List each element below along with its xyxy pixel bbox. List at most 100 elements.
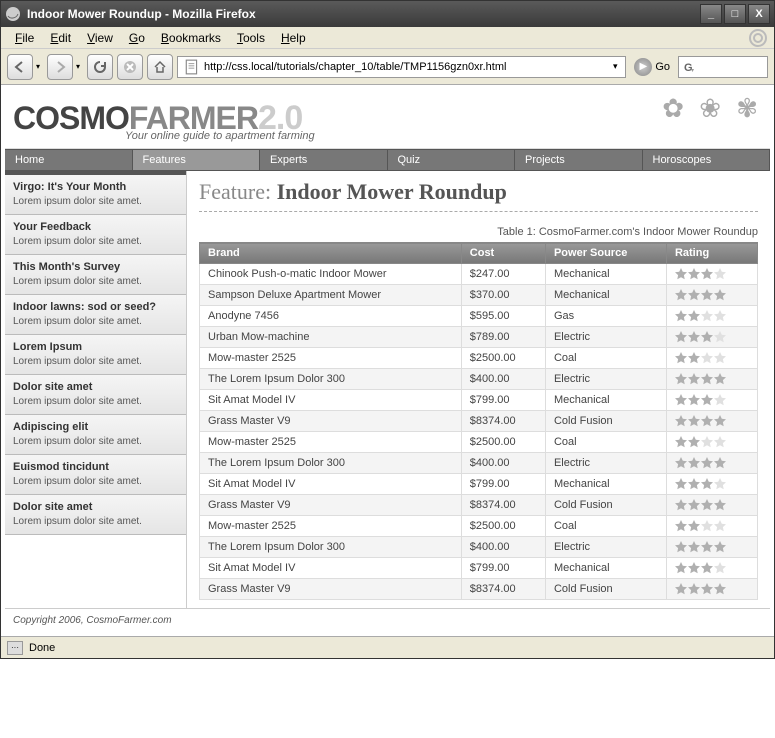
sidebar-card[interactable]: Adipiscing elitLorem ipsum dolor site am… [5,415,186,455]
star-icon [701,373,713,385]
cell-cost: $799.00 [461,558,545,579]
cell-power: Electric [545,327,666,348]
maximize-button[interactable]: □ [724,4,746,24]
sidebar-card[interactable]: Indoor lawns: sod or seed?Lorem ipsum do… [5,295,186,335]
cell-cost: $789.00 [461,327,545,348]
star-icon [701,583,713,595]
sidebar-card[interactable]: Dolor site ametLorem ipsum dolor site am… [5,375,186,415]
star-icon [688,520,700,532]
star-icon [688,415,700,427]
menu-view[interactable]: View [79,29,121,47]
table-row: Mow-master 2525$2500.00Coal [200,432,758,453]
svg-text:▾: ▾ [691,68,694,74]
stop-button[interactable] [117,54,143,80]
star-icon [714,415,726,427]
star-icon [701,541,713,553]
sidebar-card[interactable]: This Month's SurveyLorem ipsum dolor sit… [5,255,186,295]
cell-rating [666,474,757,495]
star-icon [714,268,726,280]
star-icon [688,310,700,322]
cell-power: Mechanical [545,474,666,495]
sidebar-card-body: Lorem ipsum dolor site amet. [13,475,178,488]
sidebar-card[interactable]: Your FeedbackLorem ipsum dolor site amet… [5,215,186,255]
table-row: Grass Master V9$8374.00Cold Fusion [200,579,758,600]
cell-brand: The Lorem Ipsum Dolor 300 [200,369,462,390]
nav-home[interactable]: Home [5,150,133,170]
menu-tools[interactable]: Tools [229,29,273,47]
reload-button[interactable] [87,54,113,80]
star-icon [701,415,713,427]
menu-edit[interactable]: Edit [42,29,79,47]
star-icon [675,499,687,511]
star-icon [714,583,726,595]
nav-features[interactable]: Features [133,150,261,170]
cell-brand: Mow-master 2525 [200,432,462,453]
sidebar-card-title: Lorem Ipsum [13,341,178,353]
table-row: The Lorem Ipsum Dolor 300$400.00Electric [200,453,758,474]
star-icon [701,310,713,322]
sidebar-card[interactable]: Dolor site amet Lorem ipsum dolor site am… [5,495,186,535]
go-button[interactable]: ▶ Go [630,58,674,76]
search-box[interactable]: G▾ [678,56,768,78]
sidebar-card-title: Indoor lawns: sod or seed? [13,301,178,313]
cell-power: Mechanical [545,285,666,306]
menu-file[interactable]: File [7,29,42,47]
star-icon [701,520,713,532]
minimize-button[interactable]: _ [700,4,722,24]
cell-cost: $2500.00 [461,516,545,537]
cell-brand: The Lorem Ipsum Dolor 300 [200,537,462,558]
cell-power: Coal [545,432,666,453]
status-icon[interactable]: ··· [7,641,23,655]
back-button[interactable] [7,54,33,80]
cell-rating [666,285,757,306]
sidebar-card[interactable]: Euismod tinciduntLorem ipsum dolor site … [5,455,186,495]
nav-quiz[interactable]: Quiz [388,150,516,170]
star-icon [688,289,700,301]
sidebar-card-title: Virgo: It's Your Month [13,181,178,193]
cell-cost: $2500.00 [461,348,545,369]
forward-dropdown[interactable]: ▾ [73,62,83,71]
titlebar[interactable]: Indoor Mower Roundup - Mozilla Firefox _… [1,1,774,27]
star-icon [675,310,687,322]
cell-brand: Sit Amat Model IV [200,558,462,579]
url-dropdown[interactable]: ▾ [607,61,623,72]
star-icon [714,562,726,574]
page-footer: Copyright 2006, CosmoFarmer.com [5,608,770,632]
cell-power: Electric [545,537,666,558]
star-icon [675,352,687,364]
cell-rating [666,264,757,285]
home-button[interactable] [147,54,173,80]
forward-button[interactable] [47,54,73,80]
statusbar: ··· Done [1,636,774,658]
menu-help[interactable]: Help [273,29,314,47]
url-input[interactable] [204,57,607,77]
sidebar-card[interactable]: Virgo: It's Your MonthLorem ipsum dolor … [5,171,186,215]
address-bar[interactable]: ▾ [177,56,626,78]
sidebar-card[interactable]: Lorem IpsumLorem ipsum dolor site amet. [5,335,186,375]
sidebar-card-title: Dolor site amet [13,501,178,513]
close-button[interactable]: X [748,4,770,24]
nav-experts[interactable]: Experts [260,150,388,170]
cell-cost: $400.00 [461,369,545,390]
nav-projects[interactable]: Projects [515,150,643,170]
star-icon [701,289,713,301]
star-icon [688,373,700,385]
table-row: The Lorem Ipsum Dolor 300$400.00Electric [200,537,758,558]
nav-horoscopes[interactable]: Horoscopes [643,150,771,170]
cell-brand: Sit Amat Model IV [200,390,462,411]
back-dropdown[interactable]: ▾ [33,62,43,71]
menu-bookmarks[interactable]: Bookmarks [153,29,229,47]
table-caption: Table 1: CosmoFarmer.com's Indoor Mower … [199,226,758,238]
status-text: Done [29,642,55,654]
menu-go[interactable]: Go [121,29,153,47]
cell-cost: $400.00 [461,537,545,558]
table-row: Sit Amat Model IV$799.00Mechanical [200,474,758,495]
star-icon [701,352,713,364]
cell-power: Mechanical [545,558,666,579]
star-icon [675,583,687,595]
cell-cost: $2500.00 [461,432,545,453]
table-row: Sampson Deluxe Apartment Mower$370.00Mec… [200,285,758,306]
cell-cost: $799.00 [461,390,545,411]
cell-brand: Mow-master 2525 [200,348,462,369]
sidebar-card-body: Lorem ipsum dolor site amet. [13,515,178,528]
